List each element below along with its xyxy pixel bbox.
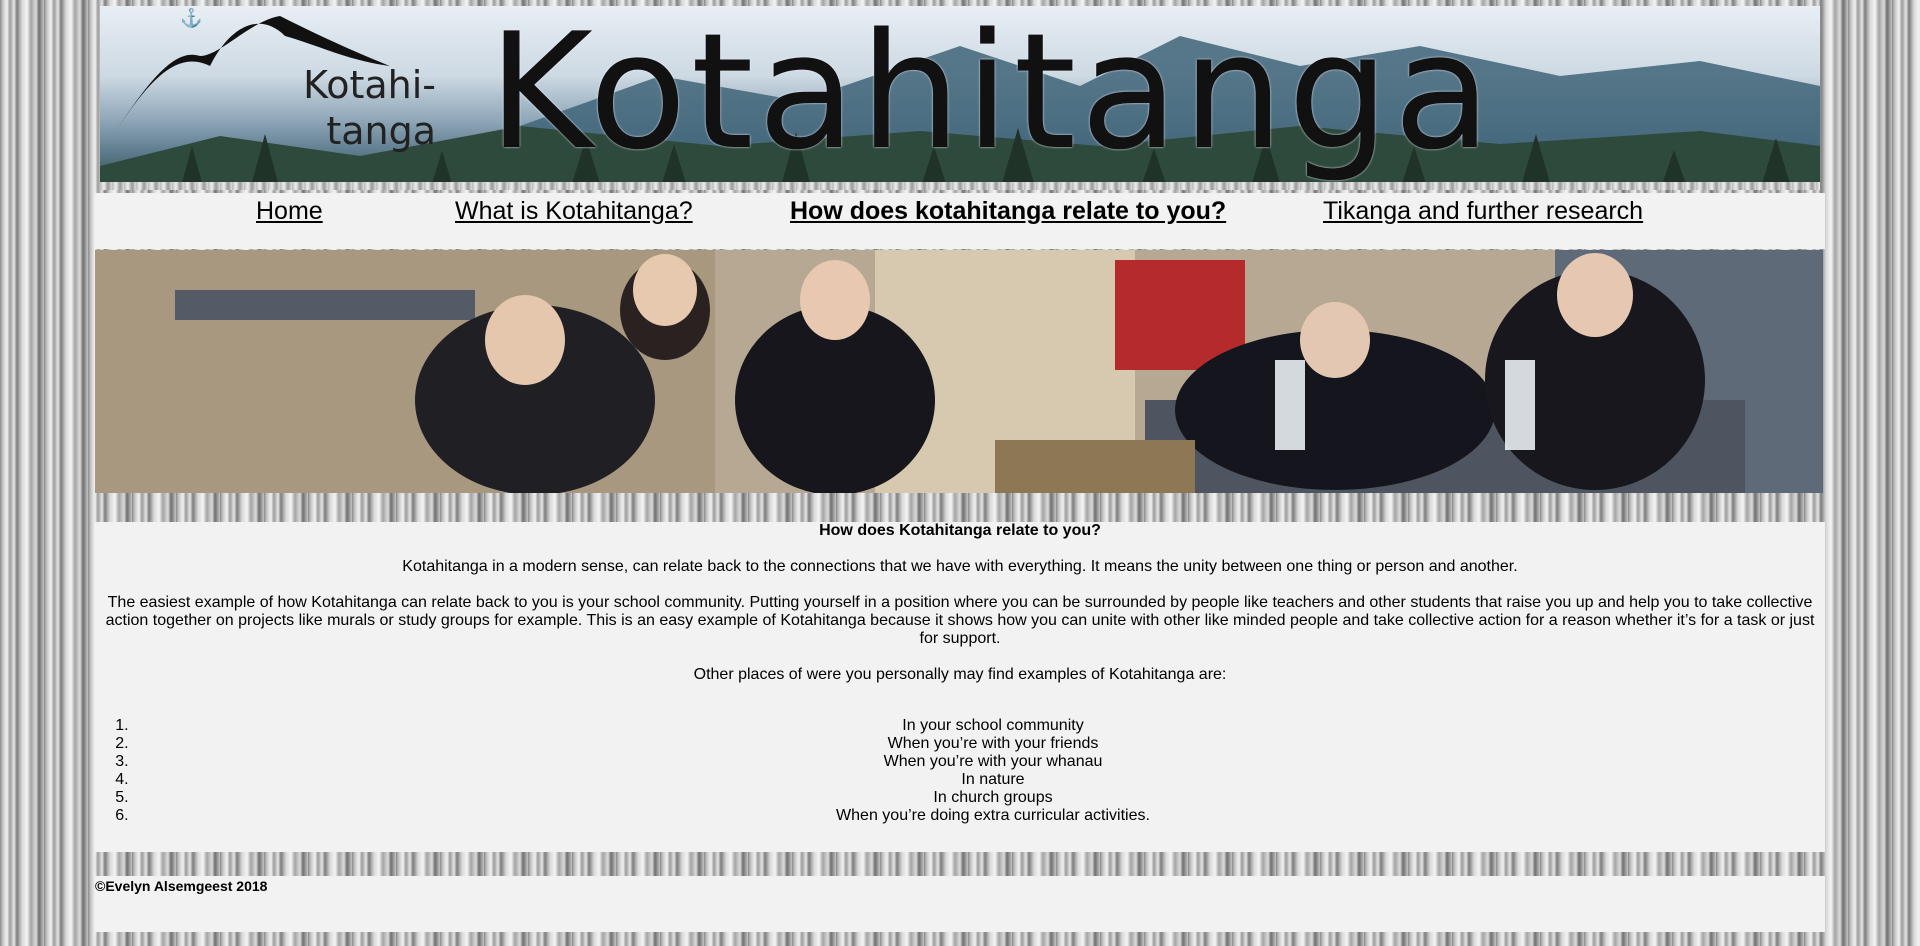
nav-link-tikanga-further-research[interactable]: Tikanga and further research	[1323, 197, 1643, 226]
header-banner: ⚓ Kotahi- tanga Kotahitanga	[100, 6, 1820, 190]
paragraph-school-community: The easiest example of how Kotahitanga c…	[105, 594, 1815, 647]
list-item: In church groups	[133, 789, 1853, 807]
students-photo-placeholder	[95, 250, 1823, 493]
banner-bottom-strip	[100, 182, 1820, 190]
footer: ©Evelyn Alsemgeest 2018	[95, 876, 1825, 932]
site-logo[interactable]: Kotahi- tanga	[268, 62, 436, 154]
examples-list: In your school community When you’re wit…	[95, 717, 1853, 825]
list-item: In your school community	[133, 717, 1853, 735]
main-navigation: Home What is Kotahitanga? How does kotah…	[95, 193, 1825, 249]
nav-link-how-does-kotahitanga-relate[interactable]: How does kotahitanga relate to you?	[790, 197, 1226, 226]
main-content: How does Kotahitanga relate to you? Kota…	[95, 522, 1825, 852]
nav-link-what-is-kotahitanga[interactable]: What is Kotahitanga?	[455, 197, 693, 226]
paragraph-modern-sense: Kotahitanga in a modern sense, can relat…	[402, 558, 1518, 575]
paragraph-other-places: Other places of were you personally may …	[693, 666, 1227, 683]
hero-photo-students	[95, 250, 1823, 493]
page-container: ⚓ Kotahi- tanga Kotahitanga Home What is…	[95, 0, 1825, 946]
list-item: When you’re with your whanau	[133, 753, 1853, 771]
logo-line-2: tanga	[326, 109, 436, 153]
list-item: When you’re with your friends	[133, 735, 1853, 753]
list-item: When you’re doing extra curricular activ…	[133, 807, 1853, 825]
anchor-icon: ⚓	[180, 8, 203, 28]
banner-title: Kotahitanga	[488, 6, 1496, 185]
content-heading: How does Kotahitanga relate to you?	[819, 522, 1101, 539]
nav-link-home[interactable]: Home	[256, 197, 323, 226]
logo-line-1: Kotahi-	[303, 63, 436, 107]
list-item: In nature	[133, 771, 1853, 789]
copyright-text: ©Evelyn Alsemgeest 2018	[95, 878, 268, 894]
